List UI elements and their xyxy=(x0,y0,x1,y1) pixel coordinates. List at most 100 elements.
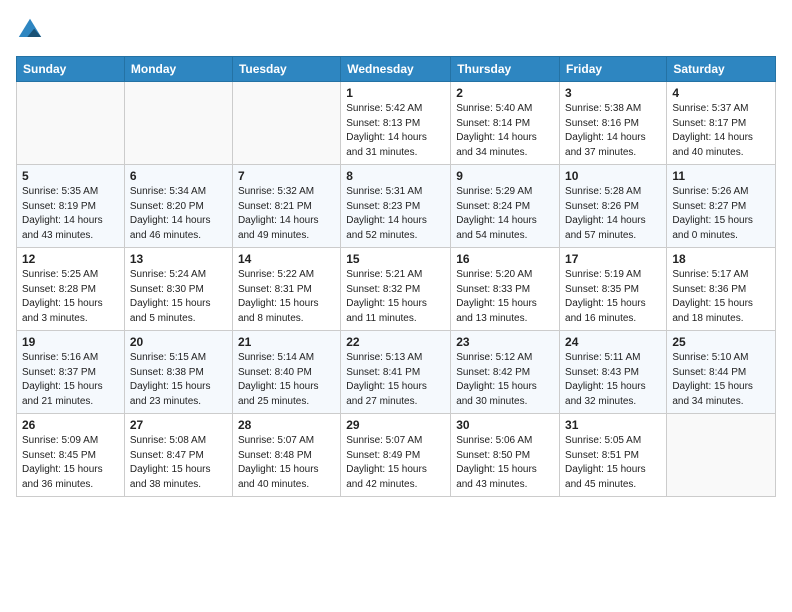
cell-content: Sunrise: 5:25 AM Sunset: 8:28 PM Dayligh… xyxy=(22,268,119,326)
cell-content: Sunrise: 5:12 AM Sunset: 8:42 PM Dayligh… xyxy=(456,351,554,409)
calendar-cell: 18 Sunrise: 5:17 AM Sunset: 8:36 PM Dayli… xyxy=(667,248,776,331)
weekday-header-sunday: Sunday xyxy=(17,57,125,82)
calendar-cell: 10 Sunrise: 5:28 AM Sunset: 8:26 PM Dayli… xyxy=(560,165,667,248)
logo xyxy=(16,16,48,44)
calendar-week-row: 1 Sunrise: 5:42 AM Sunset: 8:13 PM Daylig… xyxy=(17,82,776,165)
day-number: 29 xyxy=(346,418,445,432)
logo-icon xyxy=(16,16,44,44)
cell-content: Sunrise: 5:19 AM Sunset: 8:35 PM Dayligh… xyxy=(565,268,661,326)
calendar-week-row: 26Sunrise: 5:09 AM Sunset: 8:45 PM Dayli… xyxy=(17,414,776,497)
calendar-cell: 21 Sunrise: 5:14 AM Sunset: 8:40 PM Dayli… xyxy=(232,331,340,414)
day-number: 19 xyxy=(22,335,119,349)
calendar-cell: 6 Sunrise: 5:34 AM Sunset: 8:20 PM Daylig… xyxy=(124,165,232,248)
weekday-header-monday: Monday xyxy=(124,57,232,82)
calendar-cell: 20 Sunrise: 5:15 AM Sunset: 8:38 PM Dayli… xyxy=(124,331,232,414)
day-number: 21 xyxy=(238,335,335,349)
calendar-cell: 15Sunrise: 5:21 AM Sunset: 8:32 PM Dayli… xyxy=(341,248,451,331)
weekday-header-saturday: Saturday xyxy=(667,57,776,82)
cell-content: Sunrise: 5:28 AM Sunset: 8:26 PM Dayligh… xyxy=(565,185,661,243)
day-number: 15 xyxy=(346,252,445,266)
calendar-week-row: 19 Sunrise: 5:16 AM Sunset: 8:37 PM Dayli… xyxy=(17,331,776,414)
cell-content: Sunrise: 5:34 AM Sunset: 8:20 PM Dayligh… xyxy=(130,185,227,243)
weekday-header-friday: Friday xyxy=(560,57,667,82)
cell-content: Sunrise: 5:16 AM Sunset: 8:37 PM Dayligh… xyxy=(22,351,119,409)
cell-content: Sunrise: 5:06 AM Sunset: 8:50 PM Dayligh… xyxy=(456,434,554,492)
cell-content: Sunrise: 5:24 AM Sunset: 8:30 PM Dayligh… xyxy=(130,268,227,326)
day-number: 25 xyxy=(672,335,770,349)
calendar-cell xyxy=(667,414,776,497)
cell-content: Sunrise: 5:07 AM Sunset: 8:48 PM Dayligh… xyxy=(238,434,335,492)
day-number: 10 xyxy=(565,169,661,183)
cell-content: Sunrise: 5:10 AM Sunset: 8:44 PM Dayligh… xyxy=(672,351,770,409)
day-number: 28 xyxy=(238,418,335,432)
weekday-header-thursday: Thursday xyxy=(451,57,560,82)
day-number: 9 xyxy=(456,169,554,183)
cell-content: Sunrise: 5:15 AM Sunset: 8:38 PM Dayligh… xyxy=(130,351,227,409)
cell-content: Sunrise: 5:07 AM Sunset: 8:49 PM Dayligh… xyxy=(346,434,445,492)
day-number: 17 xyxy=(565,252,661,266)
calendar-cell: 30 Sunrise: 5:06 AM Sunset: 8:50 PM Dayli… xyxy=(451,414,560,497)
calendar-week-row: 5Sunrise: 5:35 AM Sunset: 8:19 PM Daylig… xyxy=(17,165,776,248)
day-number: 24 xyxy=(565,335,661,349)
day-number: 20 xyxy=(130,335,227,349)
cell-content: Sunrise: 5:13 AM Sunset: 8:41 PM Dayligh… xyxy=(346,351,445,409)
cell-content: Sunrise: 5:38 AM Sunset: 8:16 PM Dayligh… xyxy=(565,102,661,160)
calendar-cell: 22 Sunrise: 5:13 AM Sunset: 8:41 PM Dayli… xyxy=(341,331,451,414)
day-number: 31 xyxy=(565,418,661,432)
calendar-cell: 2Sunrise: 5:40 AM Sunset: 8:14 PM Daylig… xyxy=(451,82,560,165)
cell-content: Sunrise: 5:05 AM Sunset: 8:51 PM Dayligh… xyxy=(565,434,661,492)
calendar-cell: 9 Sunrise: 5:29 AM Sunset: 8:24 PM Daylig… xyxy=(451,165,560,248)
day-number: 30 xyxy=(456,418,554,432)
calendar-cell: 23Sunrise: 5:12 AM Sunset: 8:42 PM Dayli… xyxy=(451,331,560,414)
calendar-cell: 12 Sunrise: 5:25 AM Sunset: 8:28 PM Dayli… xyxy=(17,248,125,331)
weekday-header-tuesday: Tuesday xyxy=(232,57,340,82)
cell-content: Sunrise: 5:14 AM Sunset: 8:40 PM Dayligh… xyxy=(238,351,335,409)
calendar-cell: 8 Sunrise: 5:31 AM Sunset: 8:23 PM Daylig… xyxy=(341,165,451,248)
day-number: 8 xyxy=(346,169,445,183)
day-number: 1 xyxy=(346,86,445,100)
day-number: 2 xyxy=(456,86,554,100)
day-number: 22 xyxy=(346,335,445,349)
calendar-cell: 3 Sunrise: 5:38 AM Sunset: 8:16 PM Daylig… xyxy=(560,82,667,165)
calendar-cell: 5Sunrise: 5:35 AM Sunset: 8:19 PM Daylig… xyxy=(17,165,125,248)
calendar-cell xyxy=(124,82,232,165)
calendar-cell xyxy=(232,82,340,165)
day-number: 11 xyxy=(672,169,770,183)
calendar-cell: 26Sunrise: 5:09 AM Sunset: 8:45 PM Dayli… xyxy=(17,414,125,497)
page-header xyxy=(16,16,776,44)
cell-content: Sunrise: 5:42 AM Sunset: 8:13 PM Dayligh… xyxy=(346,102,445,160)
calendar-cell: 16Sunrise: 5:20 AM Sunset: 8:33 PM Dayli… xyxy=(451,248,560,331)
cell-content: Sunrise: 5:35 AM Sunset: 8:19 PM Dayligh… xyxy=(22,185,119,243)
calendar-cell: 1 Sunrise: 5:42 AM Sunset: 8:13 PM Daylig… xyxy=(341,82,451,165)
day-number: 26 xyxy=(22,418,119,432)
day-number: 7 xyxy=(238,169,335,183)
calendar-table: SundayMondayTuesdayWednesdayThursdayFrid… xyxy=(16,56,776,497)
cell-content: Sunrise: 5:17 AM Sunset: 8:36 PM Dayligh… xyxy=(672,268,770,326)
day-number: 12 xyxy=(22,252,119,266)
cell-content: Sunrise: 5:31 AM Sunset: 8:23 PM Dayligh… xyxy=(346,185,445,243)
weekday-header-row: SundayMondayTuesdayWednesdayThursdayFrid… xyxy=(17,57,776,82)
day-number: 27 xyxy=(130,418,227,432)
calendar-cell: 24 Sunrise: 5:11 AM Sunset: 8:43 PM Dayli… xyxy=(560,331,667,414)
calendar-cell: 29 Sunrise: 5:07 AM Sunset: 8:49 PM Dayli… xyxy=(341,414,451,497)
calendar-cell: 17 Sunrise: 5:19 AM Sunset: 8:35 PM Dayli… xyxy=(560,248,667,331)
day-number: 13 xyxy=(130,252,227,266)
calendar-cell: 7 Sunrise: 5:32 AM Sunset: 8:21 PM Daylig… xyxy=(232,165,340,248)
calendar-cell: 19 Sunrise: 5:16 AM Sunset: 8:37 PM Dayli… xyxy=(17,331,125,414)
day-number: 6 xyxy=(130,169,227,183)
cell-content: Sunrise: 5:32 AM Sunset: 8:21 PM Dayligh… xyxy=(238,185,335,243)
calendar-cell xyxy=(17,82,125,165)
day-number: 18 xyxy=(672,252,770,266)
calendar-cell: 13 Sunrise: 5:24 AM Sunset: 8:30 PM Dayli… xyxy=(124,248,232,331)
cell-content: Sunrise: 5:08 AM Sunset: 8:47 PM Dayligh… xyxy=(130,434,227,492)
calendar-cell: 25 Sunrise: 5:10 AM Sunset: 8:44 PM Dayli… xyxy=(667,331,776,414)
calendar-week-row: 12 Sunrise: 5:25 AM Sunset: 8:28 PM Dayli… xyxy=(17,248,776,331)
calendar-cell: 14Sunrise: 5:22 AM Sunset: 8:31 PM Dayli… xyxy=(232,248,340,331)
cell-content: Sunrise: 5:37 AM Sunset: 8:17 PM Dayligh… xyxy=(672,102,770,160)
day-number: 3 xyxy=(565,86,661,100)
weekday-header-wednesday: Wednesday xyxy=(341,57,451,82)
calendar-cell: 31 Sunrise: 5:05 AM Sunset: 8:51 PM Dayli… xyxy=(560,414,667,497)
cell-content: Sunrise: 5:11 AM Sunset: 8:43 PM Dayligh… xyxy=(565,351,661,409)
cell-content: Sunrise: 5:29 AM Sunset: 8:24 PM Dayligh… xyxy=(456,185,554,243)
day-number: 16 xyxy=(456,252,554,266)
